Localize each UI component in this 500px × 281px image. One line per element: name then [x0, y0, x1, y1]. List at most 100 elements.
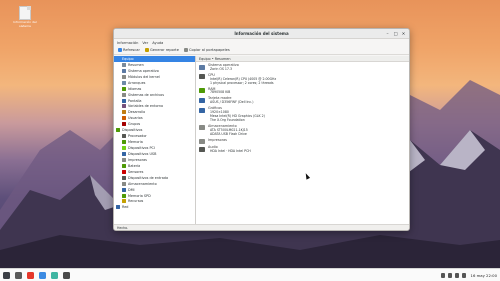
- menu-informacion[interactable]: Información: [117, 41, 138, 45]
- zorin-menu-icon[interactable]: [3, 271, 10, 279]
- refresh-button[interactable]: Refrescar: [118, 48, 140, 52]
- browser-icon[interactable]: [27, 271, 34, 279]
- category-icon: [122, 175, 126, 180]
- section-value: ASUS / D356FWF (Dell Inc.): [210, 100, 254, 105]
- system-info-icon[interactable]: [63, 271, 70, 279]
- sidebar-item-label: Dispositivos PCI: [128, 146, 155, 151]
- category-icon: [122, 163, 126, 168]
- sidebar-item-label: Variables de entorno: [128, 104, 164, 109]
- category-icon: [122, 86, 126, 91]
- menu-ver[interactable]: Ver: [142, 41, 148, 45]
- status-bar: Hecho.: [114, 224, 409, 230]
- section-value: HDA Intel · HDA Intel PCH: [210, 148, 251, 153]
- category-icon: [122, 98, 126, 103]
- desktop-file-icon[interactable]: Información del sistema: [12, 6, 38, 28]
- refresh-label: Refrescar: [123, 48, 140, 52]
- maximize-icon[interactable]: □: [393, 31, 398, 37]
- summary-section: Audio HDA Intel · HDA Intel PCH: [196, 144, 409, 154]
- category-icon: [122, 62, 126, 67]
- category-icon: [122, 104, 126, 109]
- copy-clipboard-button[interactable]: Copiar al portapapeles: [183, 48, 230, 52]
- system-info-window: Información del sistema – □ ✕ Informació…: [113, 28, 410, 231]
- bluetooth-icon[interactable]: [440, 272, 445, 278]
- sidebar-item-label: Pantalla: [128, 98, 142, 103]
- desktop-icon-label: Información del sistema: [13, 20, 37, 28]
- category-icon: [122, 116, 126, 121]
- summary-section: Almacenamiento ATA ST500LM021-1KJ15 ADATA …: [196, 123, 409, 137]
- refresh-icon: [118, 48, 122, 52]
- sidebar-item-label: Idiomas: [128, 86, 142, 91]
- files-icon[interactable]: [39, 271, 46, 279]
- system-tray: 16 may 22:00: [440, 272, 500, 278]
- section-icon: [199, 107, 205, 113]
- close-icon[interactable]: ✕: [401, 31, 406, 37]
- clock[interactable]: 16 may 22:00: [471, 273, 497, 278]
- sidebar-item-label: Impresoras: [128, 157, 147, 162]
- toolbar: Refrescar Generar reporte Copiar al port…: [114, 46, 409, 55]
- section-icon: [199, 64, 205, 70]
- section-icon: [199, 74, 205, 80]
- taskbar-apps: [0, 271, 70, 279]
- sidebar-item-label: Módulos del kernel: [128, 74, 160, 79]
- sidebar-item-label: Grupos: [128, 122, 141, 127]
- category-icon: [122, 157, 126, 162]
- category-icon: [122, 68, 126, 73]
- category-icon: [116, 205, 120, 210]
- section-icon: [199, 125, 205, 131]
- window-title: Información del sistema: [234, 31, 289, 36]
- menubar: Información Ver Ayuda: [114, 39, 409, 46]
- report-label: Generar reporte: [149, 48, 179, 52]
- category-icon: [122, 74, 126, 79]
- software-icon[interactable]: [51, 271, 58, 279]
- sidebar-item[interactable]: Red: [114, 204, 195, 210]
- window-titlebar[interactable]: Información del sistema – □ ✕: [114, 29, 409, 39]
- sidebar-item-label: Arranques: [128, 80, 146, 85]
- category-icon: [122, 187, 126, 192]
- category-icon: [122, 80, 126, 85]
- summary-section: Sistema operativo Zorin OS 17.3: [196, 62, 409, 72]
- minimize-icon[interactable]: –: [385, 31, 390, 37]
- section-value: 1 physical processor; 2 cores; 2 threads: [210, 80, 274, 85]
- sidebar-item-label: Dispositivos: [122, 128, 143, 133]
- menu-ayuda[interactable]: Ayuda: [152, 41, 163, 45]
- category-icon: [122, 181, 126, 186]
- status-text: Hecho.: [117, 225, 129, 230]
- details-panel: Equipo • Resumen Sistema operativo Zorin …: [196, 56, 409, 224]
- sidebar-item-label: Equipo: [122, 56, 134, 61]
- volume-icon[interactable]: [454, 272, 459, 278]
- category-icon: [116, 128, 120, 133]
- category-tree[interactable]: Equipo Resumen Sistema operativo Módulos de…: [114, 56, 196, 224]
- network-icon[interactable]: [447, 272, 452, 278]
- windows-icon[interactable]: [15, 271, 22, 279]
- sidebar-item-label: Recursos: [128, 199, 144, 204]
- category-icon: [122, 151, 126, 156]
- sidebar-item-label: Resumen: [128, 62, 144, 67]
- category-icon: [122, 193, 126, 198]
- generate-report-button[interactable]: Generar reporte: [144, 48, 179, 52]
- section-icon: [199, 139, 205, 144]
- category-icon: [122, 146, 126, 151]
- summary-section: Impresoras: [196, 137, 409, 144]
- sidebar-item-label: Batería: [128, 163, 141, 168]
- section-value: The X.Org Foundation: [210, 117, 245, 122]
- sidebar-item-label: Red: [122, 205, 129, 210]
- category-icon: [122, 110, 126, 115]
- sidebar-item-label: Sensores: [128, 169, 144, 174]
- category-icon: [122, 134, 126, 139]
- copy-label: Copiar al portapapeles: [188, 48, 230, 52]
- battery-icon[interactable]: [461, 272, 466, 278]
- category-icon: [122, 169, 126, 174]
- category-icon: [116, 56, 120, 61]
- document-icon: [19, 6, 31, 20]
- section-icon: [199, 146, 205, 152]
- sidebar-item-label: Procesador: [128, 134, 147, 139]
- taskbar: 16 may 22:00: [0, 268, 500, 281]
- sidebar-item-label: Almacenamiento: [128, 181, 157, 186]
- summary-section: CPU Intel(R) Celeron(R) CPU J4005 @ 2.00G…: [196, 72, 409, 86]
- report-icon: [144, 48, 149, 52]
- sidebar-item-label: Dispositivos USB: [128, 151, 157, 156]
- summary-section: Gráficos 1920×1080 Mesa Intel(R) HD Graphi…: [196, 105, 409, 123]
- sidebar-item-label: Sistema operativo: [128, 68, 159, 73]
- sidebar-item-label: DMI: [128, 187, 135, 192]
- summary-sections: Sistema operativo Zorin OS 17.3 CPU Intel(R…: [196, 62, 409, 154]
